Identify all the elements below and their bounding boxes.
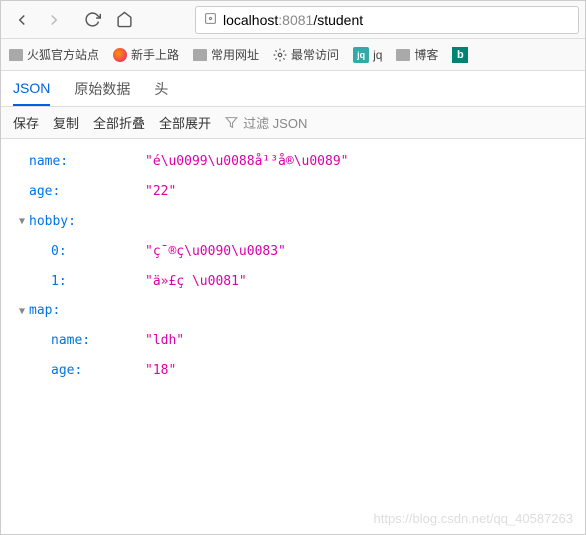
json-value: "18" <box>145 356 176 386</box>
bing-icon: b <box>452 47 468 63</box>
bookmark-item[interactable]: 常用网址 <box>193 46 259 63</box>
filter-icon <box>225 116 238 129</box>
json-value: "22" <box>145 177 176 207</box>
tab-json[interactable]: JSON <box>13 72 50 106</box>
filter-input[interactable]: 过滤 JSON <box>225 113 307 132</box>
tab-headers[interactable]: 头 <box>154 71 168 107</box>
watermark: https://blog.csdn.net/qq_40587263 <box>374 511 574 526</box>
json-row-expandable[interactable]: ▼ map: <box>1 296 585 326</box>
bookmark-item[interactable]: 博客 <box>396 46 438 63</box>
tab-raw[interactable]: 原始数据 <box>74 71 130 107</box>
json-row[interactable]: 1: "ä»£ç \u0081" <box>1 267 585 297</box>
browser-nav-bar: localhost:8081/student <box>1 1 585 39</box>
gear-icon <box>273 48 287 62</box>
chevron-down-icon[interactable]: ▼ <box>15 207 29 237</box>
json-key: map: <box>29 296 145 326</box>
json-key: age: <box>51 356 145 386</box>
json-value: "é\u0099\u0088å¹³å®\u0089" <box>145 147 349 177</box>
json-value: "ç¯®ç\u0090\u0083" <box>145 237 286 267</box>
save-button[interactable]: 保存 <box>13 113 39 132</box>
json-row[interactable]: age: "22" <box>1 177 585 207</box>
bookmark-item[interactable]: b <box>452 47 468 63</box>
json-key: hobby: <box>29 207 145 237</box>
chevron-down-icon[interactable]: ▼ <box>15 296 29 326</box>
bookmark-item[interactable]: 最常访问 <box>273 46 339 63</box>
home-button[interactable] <box>109 5 139 35</box>
filter-placeholder: 过滤 JSON <box>243 113 307 132</box>
json-key: 1: <box>51 267 145 297</box>
json-value: "ldh" <box>145 326 184 356</box>
copy-button[interactable]: 复制 <box>53 113 79 132</box>
folder-icon <box>193 49 207 61</box>
jq-icon: jq <box>353 47 369 63</box>
lock-icon <box>204 12 217 28</box>
json-row[interactable]: name: "ldh" <box>1 326 585 356</box>
json-row[interactable]: 0: "ç¯®ç\u0090\u0083" <box>1 237 585 267</box>
bookmark-item[interactable]: jqjq <box>353 47 382 63</box>
expand-all-button[interactable]: 全部展开 <box>159 113 211 132</box>
bookmark-item[interactable]: 火狐官方站点 <box>9 46 99 63</box>
reload-button[interactable] <box>77 5 107 35</box>
collapse-all-button[interactable]: 全部折叠 <box>93 113 145 132</box>
json-row-expandable[interactable]: ▼ hobby: <box>1 207 585 237</box>
url-text: localhost:8081/student <box>223 12 363 28</box>
folder-icon <box>9 49 23 61</box>
json-key: 0: <box>51 237 145 267</box>
back-button[interactable] <box>7 5 37 35</box>
viewer-toolbar: 保存 复制 全部折叠 全部展开 过滤 JSON <box>1 107 585 139</box>
json-row[interactable]: age: "18" <box>1 356 585 386</box>
viewer-tabs: JSON 原始数据 头 <box>1 71 585 107</box>
json-row[interactable]: name: "é\u0099\u0088å¹³å®\u0089" <box>1 147 585 177</box>
firefox-icon <box>113 48 127 62</box>
json-key: age: <box>29 177 145 207</box>
url-bar[interactable]: localhost:8081/student <box>195 6 579 34</box>
bookmark-item[interactable]: 新手上路 <box>113 46 179 63</box>
json-key: name: <box>51 326 145 356</box>
json-key: name: <box>29 147 145 177</box>
forward-button[interactable] <box>39 5 69 35</box>
folder-icon <box>396 49 410 61</box>
json-value: "ä»£ç \u0081" <box>145 267 247 297</box>
json-tree: name: "é\u0099\u0088å¹³å®\u0089" age: "2… <box>1 139 585 394</box>
bookmarks-toolbar: 火狐官方站点 新手上路 常用网址 最常访问 jqjq 博客 b <box>1 39 585 71</box>
